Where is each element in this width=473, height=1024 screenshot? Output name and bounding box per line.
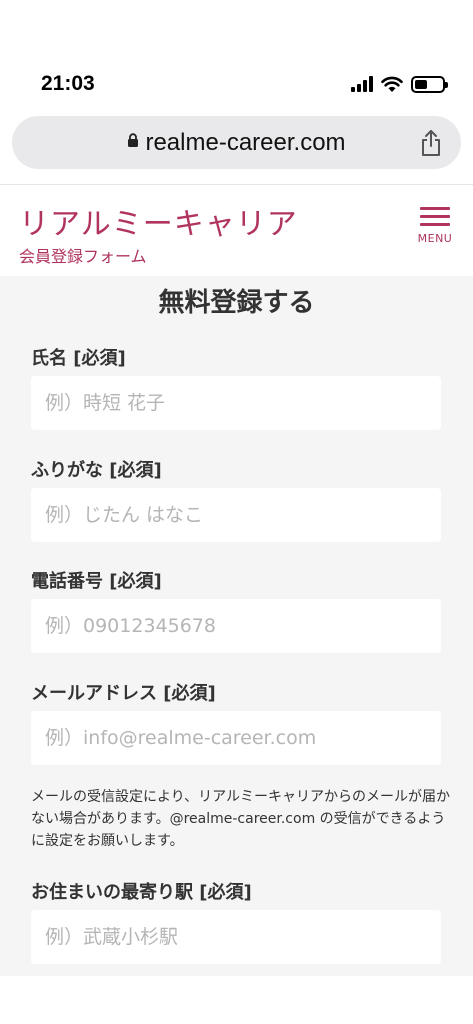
url-text: realme-career.com <box>145 128 346 156</box>
site-header: リアルミーキャリア 会員登録フォーム MENU <box>0 184 473 276</box>
page-subtitle: 会員登録フォーム <box>19 247 147 266</box>
lock-icon <box>127 133 139 152</box>
menu-label: MENU <box>417 232 453 245</box>
station-label: お住まいの最寄り駅 [必須] <box>31 882 252 903</box>
cellular-signal-icon <box>351 76 373 92</box>
station-input[interactable] <box>31 910 441 964</box>
phone-label: 電話番号 [必須] <box>31 571 162 592</box>
wifi-icon <box>381 76 403 92</box>
status-icons <box>351 74 448 94</box>
address-bar[interactable]: realme-career.com <box>12 116 461 169</box>
furigana-label: ふりがな [必須] <box>31 460 162 481</box>
email-note: メールの受信設定により、リアルミーキャリアからのメールが届かない場合があります。… <box>31 789 451 849</box>
email-label: メールアドレス [必須] <box>31 683 216 704</box>
phone-input[interactable] <box>31 599 441 653</box>
form-title: 無料登録する <box>158 288 315 318</box>
status-bar: 21:03 <box>0 0 473 112</box>
hamburger-icon <box>420 207 450 210</box>
email-input[interactable] <box>31 711 441 765</box>
registration-form: 無料登録する 氏名 [必須] ふりがな [必須] 電話番号 [必須] メールアド… <box>0 276 473 976</box>
status-time: 21:03 <box>41 72 95 95</box>
furigana-input[interactable] <box>31 488 441 542</box>
name-input[interactable] <box>31 376 441 430</box>
name-label: 氏名 [必須] <box>31 348 126 369</box>
menu-button[interactable]: MENU <box>415 207 455 253</box>
battery-icon <box>411 75 448 93</box>
share-icon[interactable] <box>419 129 443 157</box>
site-logo[interactable]: リアルミーキャリア <box>19 199 298 243</box>
